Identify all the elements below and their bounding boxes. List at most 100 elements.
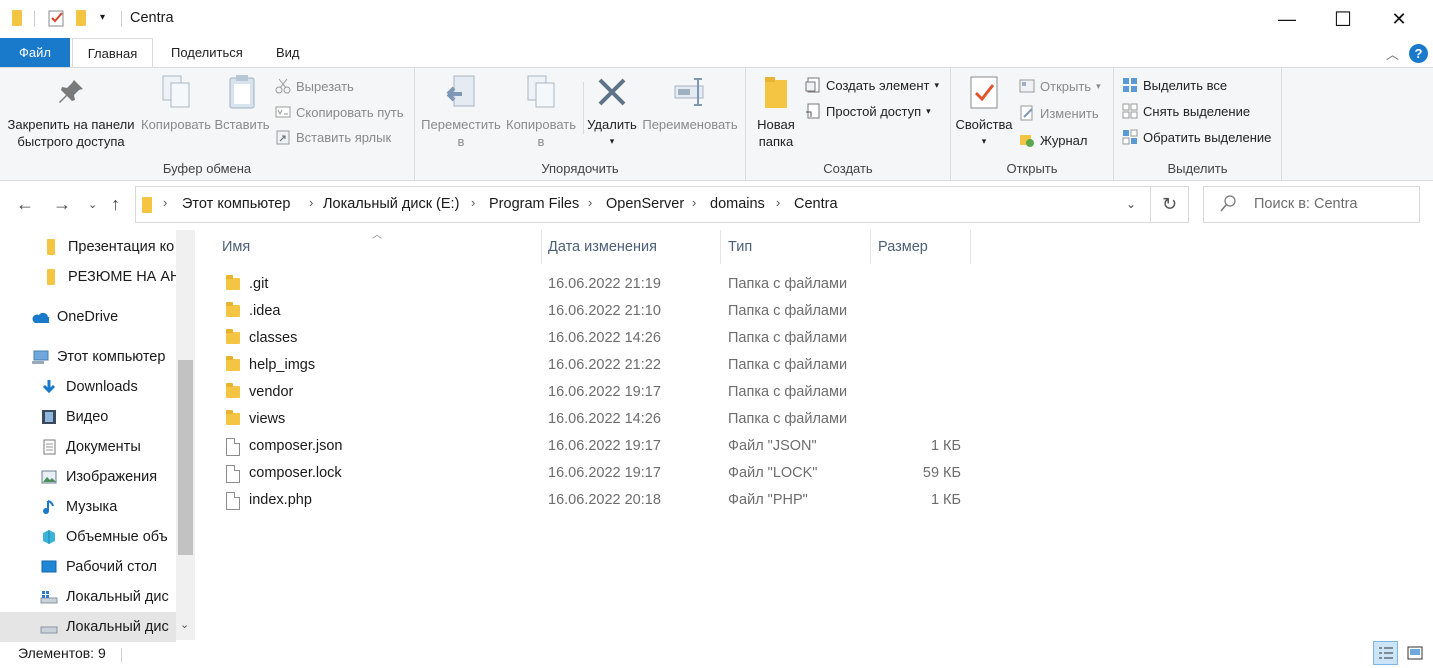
properties-qat-icon[interactable] xyxy=(48,9,66,30)
table-row[interactable]: composer.lock 16.06.2022 19:17 Файл "LOC… xyxy=(224,461,984,488)
scroll-down-icon[interactable]: ⌄ xyxy=(180,618,189,631)
nav-item-pictures[interactable]: Изображения xyxy=(0,462,176,492)
breadcrumb-chevron-icon[interactable]: › xyxy=(471,195,475,210)
select-all-button[interactable]: Выделить все xyxy=(1122,74,1227,96)
breadcrumb-this-pc[interactable]: Этот компьютер xyxy=(182,196,290,212)
new-folder-button[interactable]: Новая папка xyxy=(750,72,802,150)
new-item-dropdown-icon: ▾ xyxy=(934,79,940,90)
tab-home[interactable]: Главная xyxy=(72,38,153,69)
navigation-pane-scroll-thumb[interactable] xyxy=(178,360,193,555)
easy-access-button[interactable]: Простой доступ ▾ xyxy=(805,100,931,122)
tab-share[interactable]: Поделиться xyxy=(161,38,253,68)
paste-shortcut-button[interactable]: Вставить ярлык xyxy=(275,126,391,148)
large-icons-view-icon[interactable] xyxy=(1402,641,1427,665)
new-item-button[interactable]: Создать элемент ▾ xyxy=(805,74,939,96)
table-row[interactable]: .git 16.06.2022 21:19 Папка с файлами xyxy=(224,272,984,299)
open-button[interactable]: Открыть ▾ xyxy=(1019,75,1101,97)
table-row[interactable]: .idea 16.06.2022 21:10 Папка с файлами xyxy=(224,299,984,326)
copy-label: Копировать xyxy=(141,117,211,132)
nav-item-onedrive[interactable]: OneDrive xyxy=(0,302,176,332)
address-dropdown-icon[interactable]: ⌄ xyxy=(1126,197,1136,211)
up-arrow-icon[interactable]: ↑ xyxy=(111,194,120,215)
table-row[interactable]: composer.json 16.06.2022 19:17 Файл "JSO… xyxy=(224,434,984,461)
properties-button[interactable]: Свойства ▾ xyxy=(953,72,1015,150)
tab-file[interactable]: Файл xyxy=(0,38,70,68)
folder-icon xyxy=(226,356,240,371)
copy-icon xyxy=(158,74,194,110)
breadcrumb-chevron-icon[interactable]: › xyxy=(163,195,167,210)
nav-item-music[interactable]: Музыка xyxy=(0,492,176,522)
breadcrumb-domains[interactable]: domains xyxy=(710,196,765,212)
rename-button[interactable]: Переименовать xyxy=(641,72,739,133)
properties-dropdown-icon[interactable]: ▾ xyxy=(953,133,1015,150)
search-box[interactable]: Поиск в: Centra xyxy=(1203,186,1420,223)
breadcrumb-chevron-icon[interactable]: › xyxy=(776,195,780,210)
back-arrow-icon[interactable]: ← xyxy=(16,194,34,215)
maximize-button[interactable]: ☐ xyxy=(1320,0,1366,38)
edit-icon xyxy=(1019,105,1035,121)
tab-view[interactable]: Вид xyxy=(266,38,310,68)
breadcrumb-centra[interactable]: Centra xyxy=(794,196,838,212)
breadcrumb-chevron-icon[interactable]: › xyxy=(309,195,313,210)
column-header-size[interactable]: Размер xyxy=(872,230,971,264)
delete-button[interactable]: Удалить ▾ xyxy=(585,72,639,150)
nav-item-this-pc[interactable]: Этот компьютер xyxy=(0,342,176,372)
table-row[interactable]: classes 16.06.2022 14:26 Папка с файлами xyxy=(224,326,984,353)
search-input[interactable]: Поиск в: Centra xyxy=(1254,196,1358,212)
rename-label: Переименовать xyxy=(642,117,738,132)
details-view-icon[interactable] xyxy=(1373,641,1398,665)
file-date: 16.06.2022 20:18 xyxy=(548,492,661,508)
copy-path-button[interactable]: Скопировать путь xyxy=(275,101,404,123)
column-header-type[interactable]: Тип xyxy=(722,230,871,264)
copy-to-button[interactable]: Копировать в xyxy=(503,72,579,150)
close-button[interactable]: ✕ xyxy=(1376,0,1422,38)
breadcrumb-chevron-icon[interactable]: › xyxy=(588,195,592,210)
properties-icon xyxy=(966,74,1002,110)
qat-customize-icon[interactable]: ▾ xyxy=(100,12,105,23)
forward-arrow-icon[interactable]: → xyxy=(53,194,71,215)
nav-item-downloads[interactable]: Downloads xyxy=(0,372,176,402)
refresh-icon[interactable]: ↻ xyxy=(1151,186,1189,223)
nav-item-video[interactable]: Видео xyxy=(0,402,176,432)
delete-dropdown-icon[interactable]: ▾ xyxy=(585,133,639,150)
paste-button[interactable]: Вставить xyxy=(214,72,270,133)
file-name: .git xyxy=(249,276,269,292)
column-header-date[interactable]: Дата изменения xyxy=(542,230,721,264)
history-button[interactable]: Журнал xyxy=(1019,129,1087,151)
file-date: 16.06.2022 19:17 xyxy=(548,465,661,481)
edit-button[interactable]: Изменить xyxy=(1019,102,1099,124)
nav-item-desktop[interactable]: Рабочий стол xyxy=(0,552,176,582)
nav-item-3d-objects[interactable]: Объемные объ xyxy=(0,522,176,552)
new-folder-qat-icon[interactable] xyxy=(76,10,86,26)
address-bar[interactable]: › Этот компьютер › Локальный диск (E:) ›… xyxy=(135,186,1151,223)
collapse-ribbon-icon[interactable]: ︿ xyxy=(1386,44,1399,63)
copy-to-icon xyxy=(523,74,559,110)
table-row[interactable]: help_imgs 16.06.2022 21:22 Папка с файла… xyxy=(224,353,984,380)
nav-item-label: Рабочий стол xyxy=(66,559,158,575)
nav-item-label: РЕЗЮМЕ НА АН xyxy=(68,269,176,285)
nav-item-local-disk-2[interactable]: Локальный дис xyxy=(0,612,176,642)
table-row[interactable]: vendor 16.06.2022 19:17 Папка с файлами xyxy=(224,380,984,407)
move-to-button[interactable]: Переместить в xyxy=(421,72,501,150)
table-row[interactable]: index.php 16.06.2022 20:18 Файл "PHP" 1 … xyxy=(224,488,984,515)
nav-item-documents[interactable]: Документы xyxy=(0,432,176,462)
column-header-name[interactable]: Имя xyxy=(216,230,542,264)
table-row[interactable]: views 16.06.2022 14:26 Папка с файлами xyxy=(224,407,984,434)
breadcrumb-drive-e[interactable]: Локальный диск (E:) xyxy=(323,196,459,212)
minimize-button[interactable]: — xyxy=(1264,0,1310,38)
nav-item-resume[interactable]: РЕЗЮМЕ НА АН xyxy=(0,262,176,292)
breadcrumb-program-files[interactable]: Program Files xyxy=(489,196,579,212)
breadcrumb-openserver[interactable]: OpenServer xyxy=(606,196,684,212)
copy-button[interactable]: Копировать xyxy=(140,72,212,133)
help-icon[interactable]: ? xyxy=(1409,44,1428,63)
select-none-button[interactable]: Снять выделение xyxy=(1122,100,1250,122)
nav-item-presentation[interactable]: Презентация ко xyxy=(0,232,176,262)
file-size: 1 КБ xyxy=(930,492,961,508)
nav-item-local-disk-1[interactable]: Локальный дис xyxy=(0,582,176,612)
invert-selection-button[interactable]: Обратить выделение xyxy=(1122,126,1271,148)
cut-button[interactable]: Вырезать xyxy=(275,75,354,97)
pin-label-2: быстрого доступа xyxy=(17,134,125,149)
pin-quick-access-button[interactable]: Закрепить на панели быстрого доступа xyxy=(6,72,136,150)
breadcrumb-chevron-icon[interactable]: › xyxy=(692,195,696,210)
recent-locations-icon[interactable]: ⌄ xyxy=(88,198,97,211)
